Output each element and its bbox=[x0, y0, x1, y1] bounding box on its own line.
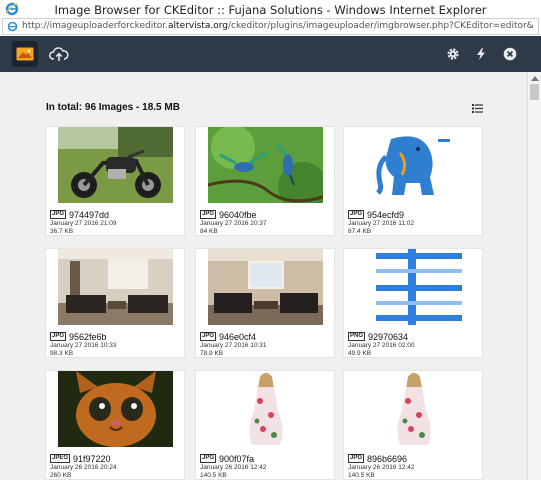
file-date: January 27 2016 21:09 bbox=[50, 220, 117, 227]
image-thumbnail[interactable] bbox=[58, 249, 173, 325]
file-size: 84 KB bbox=[200, 228, 218, 235]
file-type-badge: JPG bbox=[200, 210, 217, 219]
file-type-badge: JPG bbox=[348, 210, 365, 219]
image-card[interactable]: JPG 896b6696 January 26 2016 12:42 140.5 … bbox=[343, 370, 483, 480]
file-type-badge: JPG bbox=[50, 210, 67, 219]
file-date: January 27 2016 20:37 bbox=[200, 220, 267, 227]
app-toolbar bbox=[0, 36, 541, 72]
file-name: 91f97220 bbox=[73, 453, 111, 464]
image-meta: JPG 946e0cf4 January 27 2016 10:31 78.9 K… bbox=[200, 331, 332, 358]
page-icon bbox=[7, 21, 18, 32]
file-type-badge: JPG bbox=[50, 332, 67, 341]
file-date: January 26 2016 20:24 bbox=[50, 464, 117, 471]
file-type-badge: JPG bbox=[200, 332, 217, 341]
file-size: 260 KB bbox=[50, 472, 72, 479]
scroll-up-arrow-icon[interactable] bbox=[531, 76, 539, 81]
image-card[interactable]: JPG 900f07fa January 26 2016 12:42 140.5 … bbox=[195, 370, 335, 480]
file-name: 946e0cf4 bbox=[219, 331, 257, 342]
file-type-badge: JPG bbox=[348, 454, 365, 463]
file-name: 954ecfd9 bbox=[367, 209, 405, 220]
file-date: January 26 2016 12:42 bbox=[200, 464, 267, 471]
file-type-badge: JPG bbox=[200, 454, 217, 463]
image-card[interactable]: JPG 946e0cf4 January 27 2016 10:31 78.9 K… bbox=[195, 248, 335, 358]
file-size: 78.9 KB bbox=[200, 350, 224, 357]
file-size: 49.9 KB bbox=[348, 350, 372, 357]
upload-cloud-icon bbox=[49, 47, 69, 61]
file-size: 140.5 KB bbox=[200, 472, 227, 479]
image-card[interactable]: JPG 974497dd January 27 2016 21:09 36.7 K… bbox=[45, 126, 185, 236]
vertical-scrollbar[interactable] bbox=[527, 72, 541, 480]
image-thumbnail[interactable] bbox=[356, 249, 471, 325]
settings-button[interactable] bbox=[444, 45, 462, 63]
file-name: 96040fbe bbox=[219, 209, 257, 220]
image-meta: PNG 92970634 January 27 2016 02:00 49.9 K… bbox=[348, 331, 480, 358]
image-card[interactable]: JPG 9562fe6b January 27 2016 10:33 98.3 K… bbox=[45, 248, 185, 358]
image-meta: JPEG 91f97220 January 26 2016 20:24 260 K… bbox=[50, 453, 182, 480]
quick-action-button[interactable] bbox=[472, 45, 490, 63]
file-size: 98.3 KB bbox=[50, 350, 74, 357]
image-thumbnail[interactable] bbox=[58, 127, 173, 203]
file-name: 92970634 bbox=[368, 331, 409, 342]
image-card[interactable]: JPG 954ecfd9 January 27 2016 11:02 87.4 K… bbox=[343, 126, 483, 236]
file-size: 36.7 KB bbox=[50, 228, 74, 235]
file-name: 896b6696 bbox=[367, 453, 408, 464]
url-text[interactable]: http://imageuploaderforckeditor.altervis… bbox=[22, 21, 534, 31]
file-name: 900f07fa bbox=[219, 453, 255, 464]
url-path: /ckeditor/plugins/imageuploader/imgbrows… bbox=[228, 21, 534, 31]
image-card[interactable]: PNG 92970634 January 27 2016 02:00 49.9 K… bbox=[343, 248, 483, 358]
image-summary: In total: 96 Images - 18.5 MB bbox=[46, 102, 180, 113]
image-thumbnail[interactable] bbox=[356, 127, 471, 203]
image-meta: JPG 974497dd January 27 2016 21:09 36.7 K… bbox=[50, 209, 182, 236]
file-date: January 27 2016 02:00 bbox=[348, 342, 415, 349]
file-type-badge: JPEG bbox=[50, 454, 71, 463]
file-size: 87.4 KB bbox=[348, 228, 372, 235]
file-date: January 27 2016 10:31 bbox=[200, 342, 267, 349]
image-browser-icon bbox=[16, 47, 34, 61]
image-thumbnail[interactable] bbox=[356, 371, 471, 447]
window-titlebar: Image Browser for CKEditor :: Fujana Sol… bbox=[0, 0, 541, 18]
file-name: 9562fe6b bbox=[69, 331, 107, 342]
file-date: January 27 2016 10:33 bbox=[50, 342, 117, 349]
image-browser-content: In total: 96 Images - 18.5 MB JPG 974497d… bbox=[0, 72, 527, 480]
upload-button[interactable] bbox=[46, 41, 72, 67]
image-card[interactable]: JPEG 91f97220 January 26 2016 20:24 260 K… bbox=[45, 370, 185, 480]
image-meta: JPG 9562fe6b January 27 2016 10:33 98.3 K… bbox=[50, 331, 182, 358]
flash-icon bbox=[477, 48, 485, 60]
image-meta: JPG 896b6696 January 26 2016 12:42 140.5 … bbox=[348, 453, 480, 480]
url-highlight: altervista.org bbox=[168, 21, 228, 31]
file-date: January 26 2016 12:42 bbox=[348, 464, 415, 471]
file-type-badge: PNG bbox=[348, 332, 366, 341]
gear-icon bbox=[447, 48, 459, 60]
file-date: January 27 2016 11:02 bbox=[348, 220, 415, 227]
file-size: 140.5 KB bbox=[348, 472, 375, 479]
image-meta: JPG 954ecfd9 January 27 2016 11:02 87.4 K… bbox=[348, 209, 480, 236]
address-bar[interactable]: http://imageuploaderforckeditor.altervis… bbox=[2, 18, 539, 35]
image-meta: JPG 96040fbe January 27 2016 20:37 84 KB bbox=[200, 209, 332, 236]
close-icon bbox=[503, 47, 517, 61]
image-thumbnail[interactable] bbox=[208, 371, 323, 447]
url-domain: http://imageuploaderforckeditor. bbox=[22, 21, 169, 31]
image-card[interactable]: JPG 96040fbe January 27 2016 20:37 84 KB bbox=[195, 126, 335, 236]
file-name: 974497dd bbox=[69, 209, 110, 220]
list-view-icon[interactable] bbox=[472, 103, 483, 114]
image-browser-button[interactable] bbox=[12, 41, 38, 67]
image-meta: JPG 900f07fa January 26 2016 12:42 140.5 … bbox=[200, 453, 332, 480]
close-button[interactable] bbox=[501, 45, 519, 63]
image-thumbnail[interactable] bbox=[58, 371, 173, 447]
image-thumbnail[interactable] bbox=[208, 249, 323, 325]
scrollbar-thumb[interactable] bbox=[530, 84, 539, 100]
image-thumbnail[interactable] bbox=[208, 127, 323, 203]
window-title: Image Browser for CKEditor :: Fujana Sol… bbox=[54, 3, 487, 17]
